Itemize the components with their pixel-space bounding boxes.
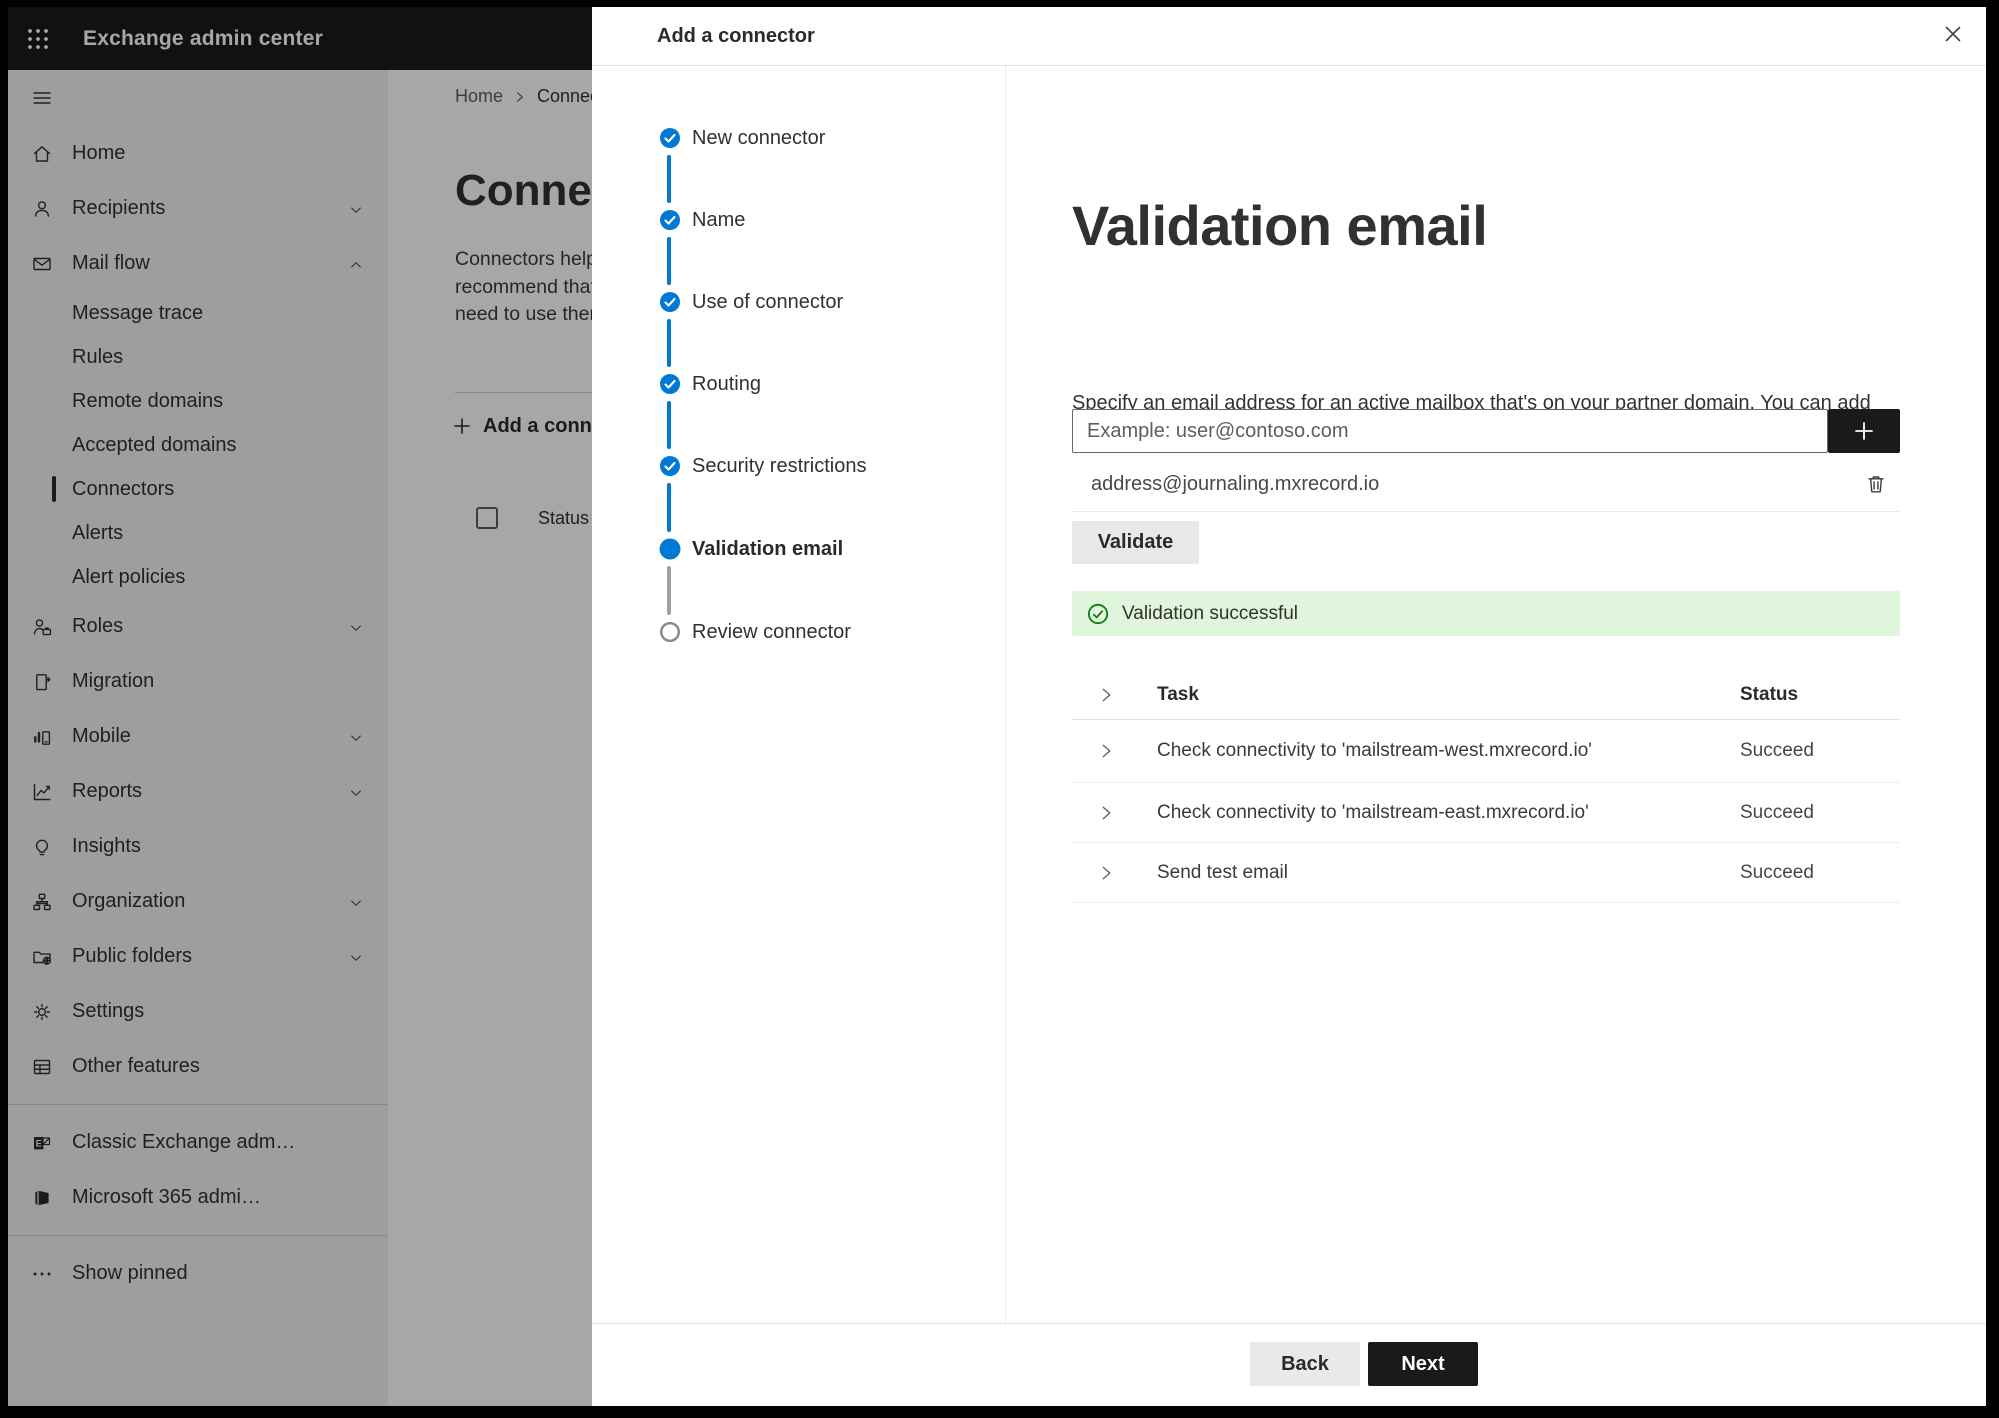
- add-address-button[interactable]: [1828, 409, 1900, 453]
- step-connector-line: [667, 319, 671, 367]
- step-complete-icon: [660, 210, 680, 230]
- step-use-of-connector[interactable]: Use of connector: [659, 286, 843, 318]
- step-connector-line: [667, 155, 671, 203]
- add-connector-panel: Add a connector New connector Name Use o…: [592, 7, 1986, 1406]
- step-new-connector[interactable]: New connector: [659, 122, 825, 154]
- close-icon: [1945, 26, 1961, 42]
- table-row[interactable]: Check connectivity to 'mailstream-west.m…: [1072, 720, 1900, 783]
- step-review-connector[interactable]: Review connector: [659, 616, 851, 648]
- chevron-right-icon[interactable]: [1097, 864, 1115, 882]
- panel-title: Add a connector: [657, 25, 815, 47]
- email-address-input[interactable]: [1072, 409, 1828, 453]
- step-pending-icon: [659, 621, 681, 643]
- step-complete-icon: [660, 128, 680, 148]
- stepper-divider: [1005, 66, 1006, 1323]
- close-button[interactable]: [1936, 17, 1970, 51]
- delete-address-button[interactable]: [1864, 472, 1888, 496]
- table-header-row: Task Status: [1072, 670, 1900, 720]
- table-row[interactable]: Check connectivity to 'mailstream-east.m…: [1072, 783, 1900, 843]
- step-connector-line: [667, 483, 671, 532]
- step-complete-icon: [660, 292, 680, 312]
- panel-header-divider: [592, 65, 1986, 66]
- trash-icon: [1868, 476, 1884, 493]
- validate-button[interactable]: Validate: [1072, 521, 1199, 564]
- task-cell: Check connectivity to 'mailstream-east.m…: [1157, 801, 1589, 823]
- task-cell: Check connectivity to 'mailstream-west.m…: [1157, 740, 1592, 761]
- chevron-right-icon[interactable]: [1097, 686, 1115, 704]
- task-column-header: Task: [1157, 683, 1199, 705]
- panel-heading: Validation email: [1072, 194, 1488, 257]
- plus-icon: [1855, 422, 1873, 440]
- task-cell: Send test email: [1157, 861, 1288, 883]
- step-connector-line: [667, 566, 671, 615]
- step-connector-line: [667, 401, 671, 449]
- status-cell: Succeed: [1740, 740, 1814, 761]
- step-complete-icon: [660, 374, 680, 394]
- section-divider: [1072, 511, 1900, 512]
- status-column-header: Status: [1740, 683, 1799, 705]
- table-row[interactable]: Send test email Succeed: [1072, 843, 1900, 903]
- step-complete-icon: [660, 456, 680, 476]
- step-security-restrictions[interactable]: Security restrictions: [659, 450, 867, 482]
- validation-task-table: Task Status Check connectivity to 'mails…: [1072, 670, 1900, 903]
- address-value: address@journaling.mxrecord.io: [1091, 472, 1380, 495]
- chevron-right-icon[interactable]: [1097, 804, 1115, 822]
- chevron-right-icon[interactable]: [1097, 742, 1115, 760]
- step-active-icon: [659, 538, 681, 560]
- address-list-item: address@journaling.mxrecord.io: [1091, 470, 1900, 498]
- success-check-icon: [1087, 603, 1109, 624]
- app-window: Exchange admin center Home Recipients Ma…: [8, 7, 1986, 1406]
- validation-success-banner: Validation successful: [1072, 591, 1900, 636]
- back-button[interactable]: Back: [1250, 1342, 1360, 1386]
- step-name[interactable]: Name: [659, 204, 745, 236]
- step-connector-line: [667, 237, 671, 285]
- success-message: Validation successful: [1122, 602, 1299, 624]
- status-cell: Succeed: [1740, 801, 1814, 823]
- step-validation-email[interactable]: Validation email: [659, 533, 843, 565]
- step-routing[interactable]: Routing: [659, 368, 761, 400]
- footer-divider: [592, 1323, 1986, 1324]
- next-button[interactable]: Next: [1368, 1342, 1478, 1386]
- status-cell: Succeed: [1740, 861, 1814, 883]
